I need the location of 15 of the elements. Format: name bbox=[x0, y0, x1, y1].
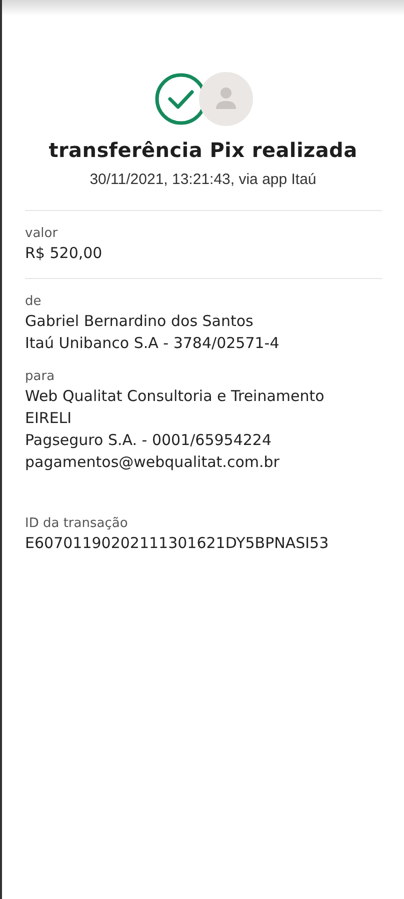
field-value: EIRELI bbox=[25, 408, 73, 429]
field-value: Web Qualitat Consultoria e Treinamento bbox=[25, 386, 326, 407]
avatar-icon bbox=[198, 72, 252, 126]
field-label: valor bbox=[25, 225, 59, 242]
field-value: pagamentos@webqualitat.com.br bbox=[25, 452, 280, 473]
field-label: para bbox=[25, 368, 56, 385]
field-value: Itaú Unibanco S.A - 3784/02571-4 bbox=[25, 333, 280, 354]
field-label: ID da transação bbox=[25, 515, 129, 532]
date-time-text: 30/11/2021, 13:21:43, via app Itaú bbox=[88, 171, 318, 188]
page-title: transferência Pix realizada bbox=[48, 138, 358, 162]
field-label: de bbox=[25, 293, 42, 310]
field-value: R$ 520,00 bbox=[25, 243, 104, 264]
field-value: E60701190202111301621DY5BPNASI53 bbox=[25, 533, 330, 554]
field-value: Pagseguro S.A. - 0001/65954224 bbox=[25, 430, 273, 451]
field-value: Gabriel Bernardino dos Santos bbox=[25, 311, 254, 332]
